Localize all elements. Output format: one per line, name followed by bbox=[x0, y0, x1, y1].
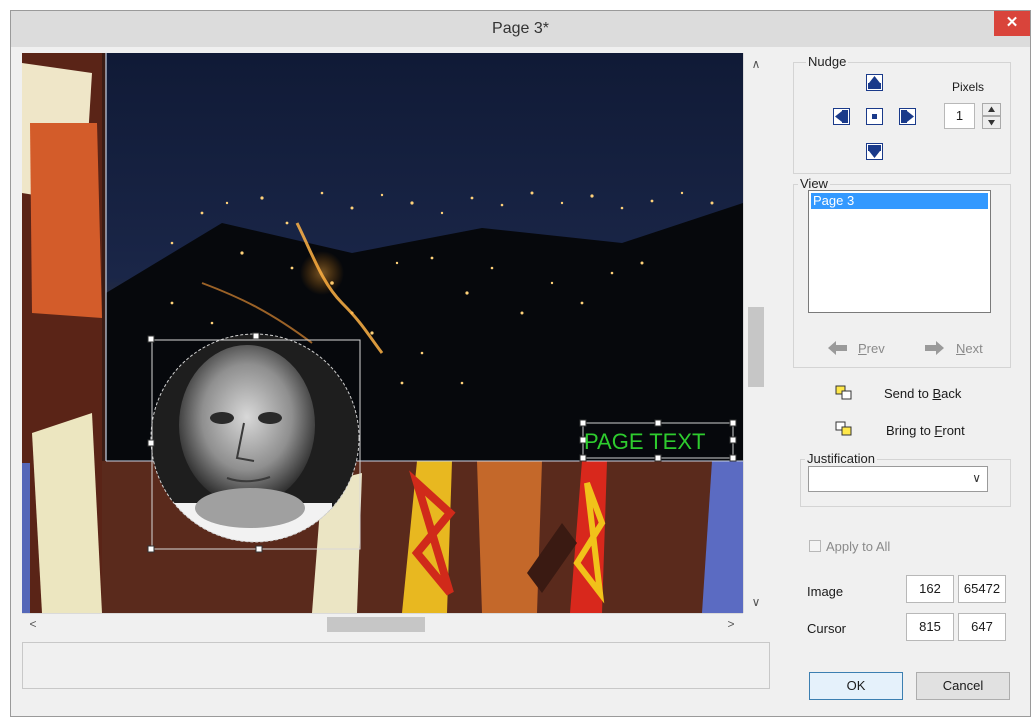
nudge-right-icon[interactable] bbox=[899, 108, 916, 125]
page-text-object[interactable]: PAGE TEXT bbox=[584, 429, 705, 454]
list-item[interactable]: Page 3 bbox=[811, 193, 988, 209]
prev-button[interactable]: Prev bbox=[858, 341, 885, 356]
close-button[interactable]: ✕ bbox=[994, 11, 1030, 36]
ok-button[interactable]: OK bbox=[809, 672, 903, 700]
horizontal-scroll-thumb[interactable] bbox=[327, 617, 425, 632]
status-bar bbox=[22, 642, 770, 689]
send-to-back-button[interactable]: Send to Back bbox=[884, 386, 961, 401]
window-title: Page 3* bbox=[492, 20, 549, 37]
justification-label: Justification bbox=[805, 451, 877, 466]
vertical-scrollbar[interactable]: ∧ ∨ bbox=[743, 53, 768, 613]
view-listbox[interactable]: Page 3 bbox=[808, 190, 991, 313]
title-bar: Page 3* ✕ bbox=[11, 11, 1030, 47]
next-button[interactable]: Next bbox=[956, 341, 983, 356]
cancel-button[interactable]: Cancel bbox=[916, 672, 1010, 700]
nudge-center-icon[interactable] bbox=[866, 108, 883, 125]
view-label: View bbox=[798, 176, 830, 191]
scroll-left-icon[interactable]: < bbox=[24, 614, 42, 635]
justification-select[interactable]: ∨ bbox=[808, 466, 988, 492]
pixels-label: Pixels bbox=[952, 80, 985, 94]
bring-to-front-button[interactable]: Bring to Front bbox=[886, 423, 965, 438]
nudge-label: Nudge bbox=[806, 54, 849, 69]
nudge-down-icon[interactable] bbox=[866, 143, 883, 160]
page-composition: PAGE TEXT bbox=[22, 53, 743, 613]
cursor-value-1: 815 bbox=[906, 613, 954, 641]
cursor-label: Cursor bbox=[807, 621, 847, 636]
nudge-up-icon[interactable] bbox=[866, 74, 883, 91]
chevron-down-icon: ∨ bbox=[972, 471, 981, 485]
nudge-left-icon[interactable] bbox=[833, 108, 850, 125]
page-canvas[interactable]: PAGE TEXT bbox=[22, 53, 743, 613]
vertical-scroll-thumb[interactable] bbox=[748, 307, 764, 387]
pixels-spinner[interactable] bbox=[982, 103, 1001, 129]
apply-to-all-label: Apply to All bbox=[826, 539, 891, 554]
pixels-input[interactable]: 1 bbox=[944, 103, 975, 129]
scroll-down-icon[interactable]: ∨ bbox=[744, 593, 768, 611]
image-value-2: 65472 bbox=[958, 575, 1006, 603]
scroll-up-icon[interactable]: ∧ bbox=[744, 55, 768, 73]
next-arrow-icon[interactable] bbox=[924, 340, 944, 356]
horizontal-scrollbar[interactable]: < > bbox=[22, 613, 743, 635]
image-label: Image bbox=[807, 584, 844, 599]
apply-to-all-checkbox[interactable] bbox=[809, 540, 821, 552]
prev-arrow-icon[interactable] bbox=[828, 340, 848, 356]
send-to-back-icon bbox=[835, 385, 852, 400]
image-value-1: 162 bbox=[906, 575, 954, 603]
bring-to-front-icon bbox=[835, 421, 852, 436]
scroll-right-icon[interactable]: > bbox=[722, 614, 740, 635]
cursor-value-2: 647 bbox=[958, 613, 1006, 641]
